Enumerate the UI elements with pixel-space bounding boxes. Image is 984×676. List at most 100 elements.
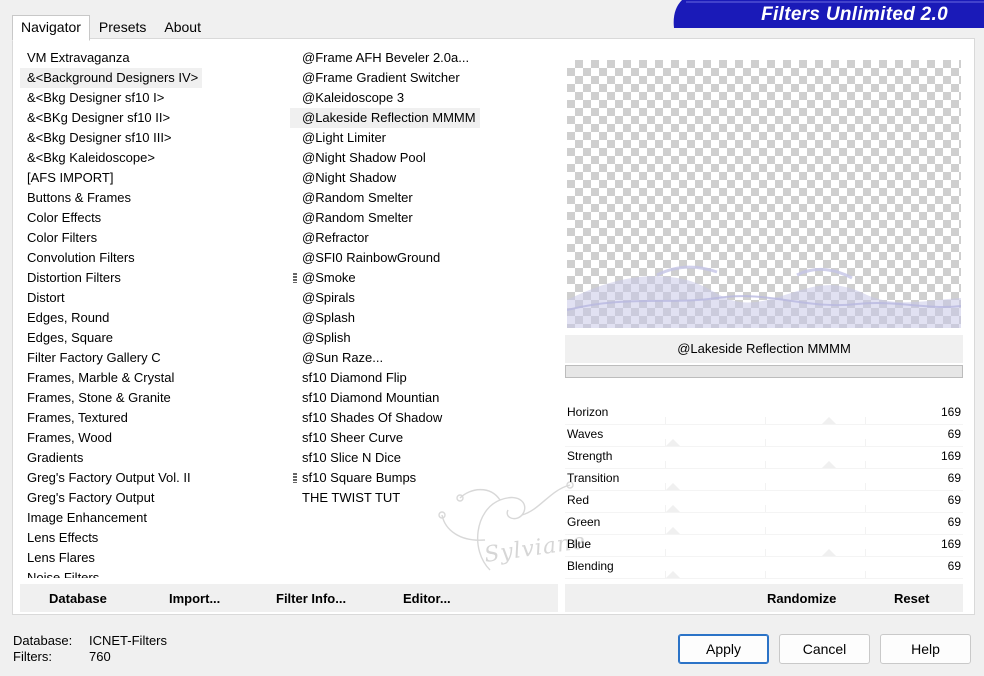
category-item[interactable]: &<Background Designers IV>: [20, 68, 203, 88]
slider-thumb[interactable]: [822, 549, 836, 556]
category-item[interactable]: Frames, Wood: [20, 428, 268, 448]
category-item[interactable]: Greg's Factory Output: [20, 488, 268, 508]
filter-item[interactable]: @Frame Gradient Switcher: [290, 68, 558, 88]
selected-filter-name: @Lakeside Reflection MMMM: [565, 335, 963, 363]
category-item[interactable]: Distortion Filters: [20, 268, 268, 288]
category-item[interactable]: Noise Filters: [20, 568, 268, 578]
filter-item[interactable]: @Splash: [290, 308, 558, 328]
cancel-button[interactable]: Cancel: [779, 634, 870, 664]
filter-item[interactable]: @Random Smelter: [290, 208, 558, 228]
category-item[interactable]: Image Enhancement: [20, 508, 268, 528]
database-info: Database: ICNET-Filters Filters: 760: [13, 633, 167, 665]
category-item[interactable]: Buttons & Frames: [20, 188, 268, 208]
randomize-button[interactable]: Randomize: [767, 591, 836, 606]
progress-bar: [565, 365, 963, 378]
category-item[interactable]: Lens Effects: [20, 528, 268, 548]
filter-item[interactable]: sf10 Diamond Mountian: [290, 388, 558, 408]
database-button[interactable]: Database: [49, 591, 107, 606]
drag-grip-icon[interactable]: [293, 273, 297, 283]
tab-presets[interactable]: Presets: [90, 15, 155, 39]
import-button[interactable]: Import...: [169, 591, 220, 606]
filter-item[interactable]: sf10 Shades Of Shadow: [290, 408, 558, 428]
param-slider-waves[interactable]: Waves 69: [565, 425, 963, 447]
category-item[interactable]: Filter Factory Gallery C: [20, 348, 268, 368]
drag-grip-icon[interactable]: [293, 473, 297, 483]
param-slider-red[interactable]: Red 69: [565, 491, 963, 513]
param-value: 69: [947, 515, 961, 529]
tab-about[interactable]: About: [155, 15, 210, 39]
category-item[interactable]: Convolution Filters: [20, 248, 268, 268]
category-item[interactable]: &<BKg Designer sf10 II>: [20, 108, 268, 128]
category-item[interactable]: &<Bkg Designer sf10 III>: [20, 128, 268, 148]
filter-item[interactable]: sf10 Sheer Curve: [290, 428, 558, 448]
filter-item[interactable]: @Smoke: [290, 268, 558, 288]
category-item[interactable]: VM Extravaganza: [20, 48, 268, 68]
category-item[interactable]: Distort: [20, 288, 268, 308]
filter-list[interactable]: @Frame AFH Beveler 2.0a... @Frame Gradien…: [290, 48, 558, 578]
category-item[interactable]: Frames, Stone & Granite: [20, 388, 268, 408]
category-item[interactable]: Frames, Textured: [20, 408, 268, 428]
parameter-sliders[interactable]: Horizon 169 Waves 69 Strength 169 Transition 69…: [565, 403, 963, 579]
param-slider-horizon[interactable]: Horizon 169: [565, 403, 963, 425]
editor-button[interactable]: Editor...: [403, 591, 451, 606]
slider-thumb[interactable]: [666, 571, 680, 578]
category-item[interactable]: Frames, Marble & Crystal: [20, 368, 268, 388]
param-slider-blending[interactable]: Blending 69: [565, 557, 963, 579]
category-item[interactable]: Color Effects: [20, 208, 268, 228]
tab-strip: Navigator Presets About: [12, 15, 210, 41]
param-value: 169: [940, 405, 961, 419]
slider-thumb[interactable]: [822, 461, 836, 468]
filter-item[interactable]: @Splish: [290, 328, 558, 348]
param-slider-green[interactable]: Green 69: [565, 513, 963, 535]
slider-tick: [765, 439, 766, 446]
category-item[interactable]: &<Bkg Designer sf10 I>: [20, 88, 268, 108]
category-item[interactable]: Greg's Factory Output Vol. II: [20, 468, 268, 488]
filter-item[interactable]: @Night Shadow: [290, 168, 558, 188]
brand-title: Filters Unlimited 2.0: [761, 4, 948, 25]
apply-button[interactable]: Apply: [678, 634, 769, 664]
filter-item[interactable]: sf10 Diamond Flip: [290, 368, 558, 388]
category-item[interactable]: Gradients: [20, 448, 268, 468]
slider-tick: [865, 571, 866, 578]
filter-info-button[interactable]: Filter Info...: [276, 591, 346, 606]
slider-thumb[interactable]: [666, 483, 680, 490]
param-slider-blue[interactable]: Blue 169: [565, 535, 963, 557]
category-item[interactable]: [AFS IMPORT]: [20, 168, 268, 188]
slider-tick: [765, 571, 766, 578]
slider-tick: [865, 461, 866, 468]
category-item[interactable]: Edges, Square: [20, 328, 268, 348]
category-item[interactable]: Edges, Round: [20, 308, 268, 328]
filter-item[interactable]: @SFI0 RainbowGround: [290, 248, 558, 268]
filter-item[interactable]: sf10 Square Bumps: [290, 468, 558, 488]
filter-item[interactable]: @Sun Raze...: [290, 348, 558, 368]
reset-button[interactable]: Reset: [894, 591, 929, 606]
preview-canvas: [567, 60, 961, 328]
category-item[interactable]: Color Filters: [20, 228, 268, 248]
slider-thumb[interactable]: [666, 527, 680, 534]
filter-item[interactable]: @Light Limiter: [290, 128, 558, 148]
filter-item[interactable]: @Spirals: [290, 288, 558, 308]
category-item[interactable]: Lens Flares: [20, 548, 268, 568]
filter-item[interactable]: sf10 Slice N Dice: [290, 448, 558, 468]
filter-item[interactable]: @Refractor: [290, 228, 558, 248]
category-list[interactable]: VM Extravaganza &<Background Designers IV…: [20, 48, 280, 578]
filter-item[interactable]: @Frame AFH Beveler 2.0a...: [290, 48, 558, 68]
filter-item[interactable]: @Lakeside Reflection MMMM: [290, 108, 480, 128]
slider-thumb[interactable]: [666, 505, 680, 512]
param-label: Green: [567, 515, 601, 529]
slider-thumb[interactable]: [666, 439, 680, 446]
slider-tick: [665, 461, 666, 468]
slider-tick: [665, 549, 666, 556]
category-item[interactable]: &<Bkg Kaleidoscope>: [20, 148, 268, 168]
filter-item[interactable]: @Night Shadow Pool: [290, 148, 558, 168]
slider-tick: [665, 417, 666, 424]
param-slider-transition[interactable]: Transition 69: [565, 469, 963, 491]
filter-item[interactable]: THE TWIST TUT: [290, 488, 558, 508]
param-slider-strength[interactable]: Strength 169: [565, 447, 963, 469]
filter-item[interactable]: @Random Smelter: [290, 188, 558, 208]
filter-item[interactable]: @Kaleidoscope 3: [290, 88, 558, 108]
slider-thumb[interactable]: [822, 417, 836, 424]
help-button[interactable]: Help: [880, 634, 971, 664]
slider-tick: [865, 417, 866, 424]
tab-navigator[interactable]: Navigator: [12, 15, 90, 41]
